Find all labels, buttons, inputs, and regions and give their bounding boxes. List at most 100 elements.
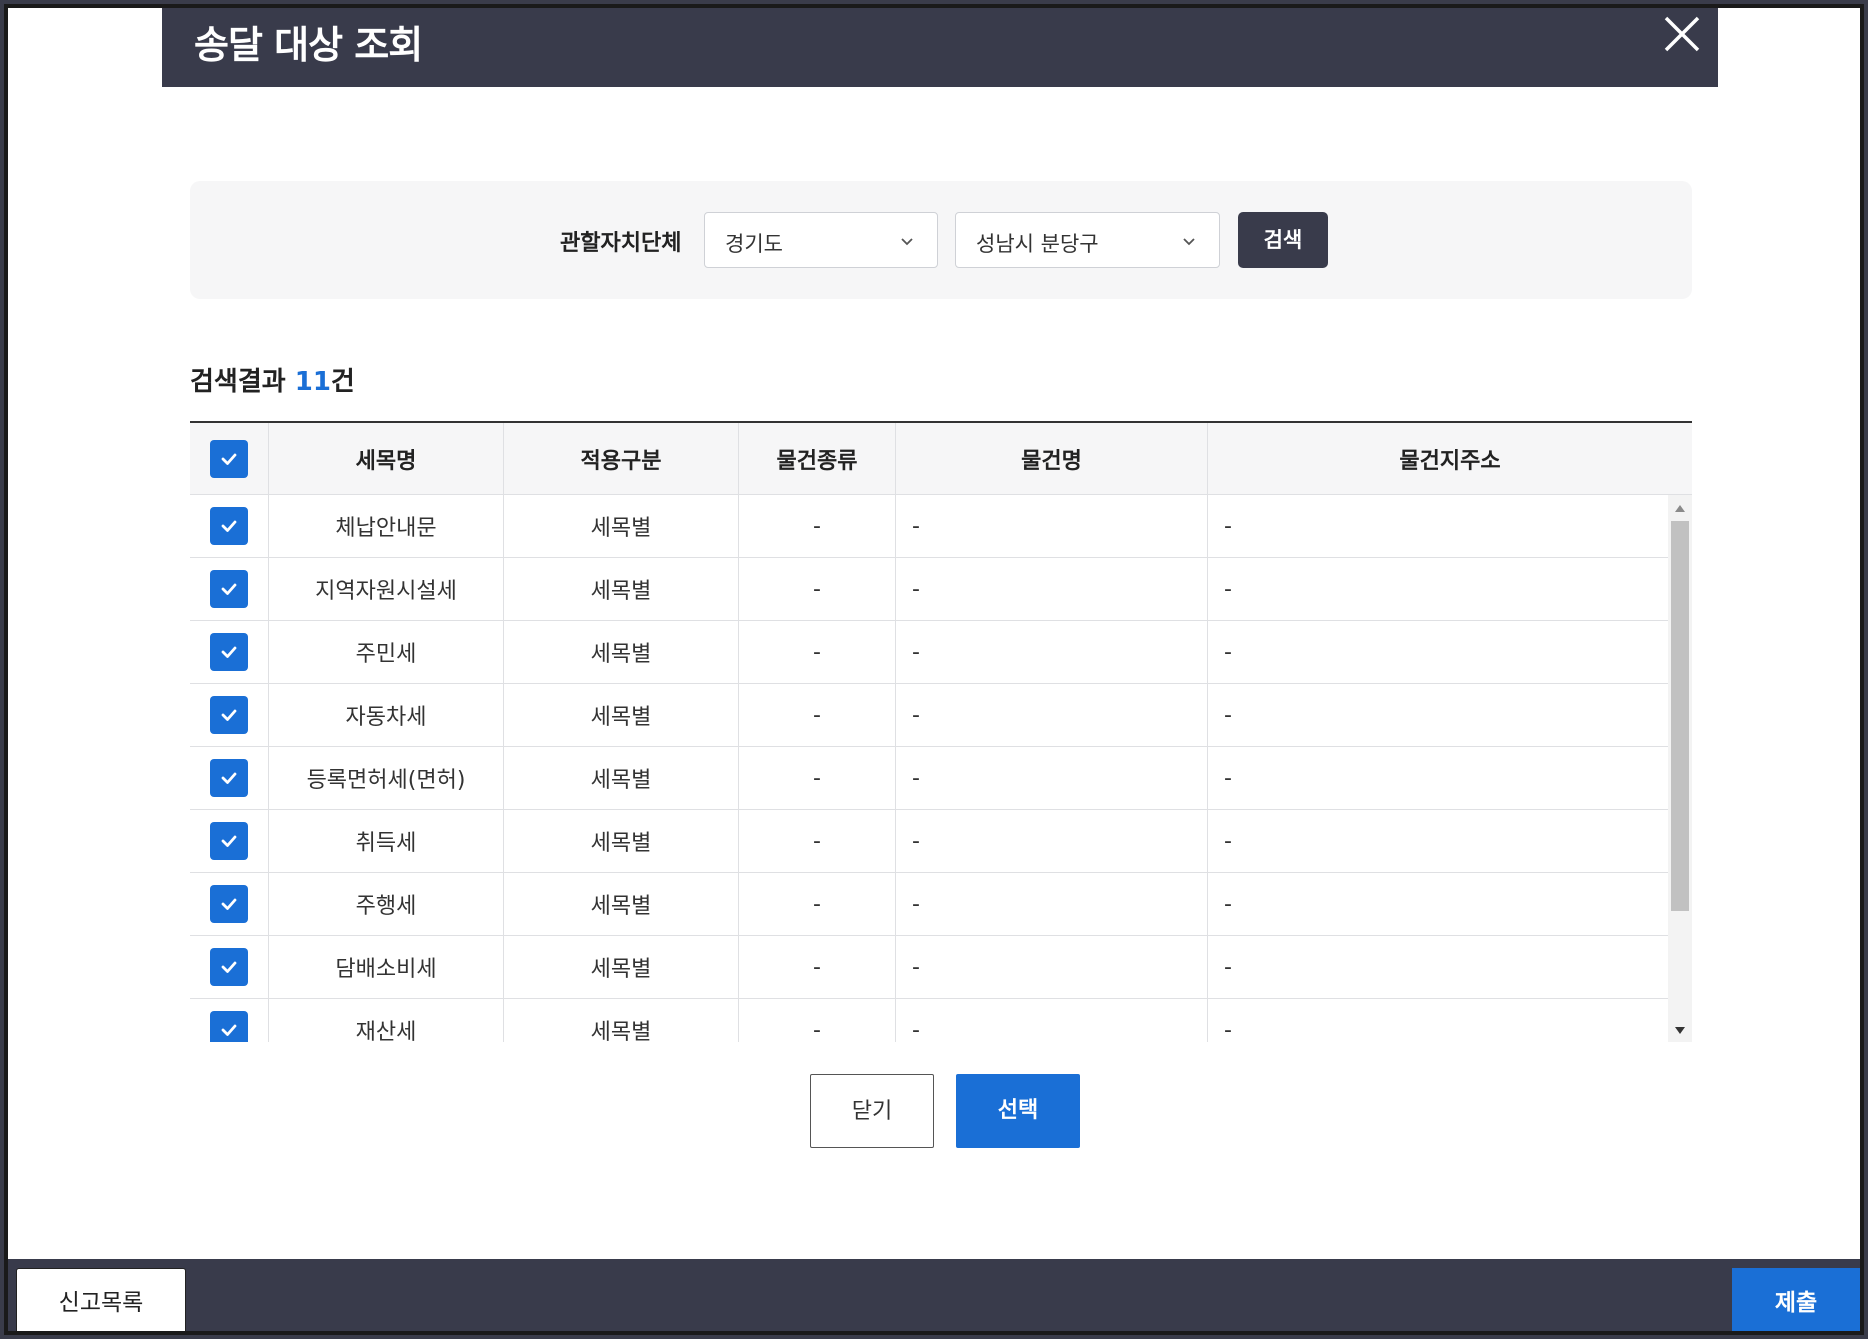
check-icon — [221, 583, 237, 595]
modal-title: 송달 대상 조회 — [194, 23, 423, 67]
check-icon — [221, 646, 237, 658]
cell-apply-type: 세목별 — [504, 747, 739, 809]
cell-item-name: - — [896, 936, 1208, 998]
row-checkbox[interactable] — [210, 885, 248, 923]
cell-item-name: - — [896, 621, 1208, 683]
search-button[interactable]: 검색 — [1238, 212, 1328, 268]
row-checkbox-cell — [190, 999, 269, 1042]
row-checkbox-cell — [190, 810, 269, 872]
cell-tax-name: 재산세 — [269, 999, 504, 1042]
row-checkbox-cell — [190, 684, 269, 746]
column-header-address: 물건지주소 — [1399, 448, 1501, 474]
row-checkbox[interactable] — [210, 696, 248, 734]
cell-item-name: - — [896, 873, 1208, 935]
cell-address: - — [1224, 891, 1232, 917]
scroll-up-arrow-icon[interactable] — [1674, 503, 1686, 513]
result-suffix: 건 — [330, 367, 355, 397]
row-checkbox[interactable] — [210, 822, 248, 860]
check-icon — [221, 772, 237, 784]
result-prefix: 검색결과 — [190, 367, 295, 397]
table-row[interactable]: 주행세 세목별 - - - — [190, 873, 1668, 936]
table-row[interactable]: 등록면허세(면허) 세목별 - - - — [190, 747, 1668, 810]
check-icon — [221, 898, 237, 910]
submit-button[interactable]: 제출 — [1732, 1268, 1860, 1331]
header-checkbox-cell — [190, 423, 269, 494]
table-row[interactable]: 주민세 세목별 - - - — [190, 621, 1668, 684]
table-row[interactable]: 지역자원시설세 세목별 - - - — [190, 558, 1668, 621]
table-row[interactable]: 취득세 세목별 - - - — [190, 810, 1668, 873]
close-button[interactable]: 닫기 — [810, 1074, 934, 1148]
cell-address: - — [1224, 954, 1232, 980]
row-checkbox-cell — [190, 873, 269, 935]
district-select[interactable]: 성남시 분당구 — [955, 212, 1220, 268]
cell-item-kind: - — [739, 684, 896, 746]
search-panel: 관할자치단체 경기도 성남시 분당구 검색 — [190, 181, 1692, 299]
province-select[interactable]: 경기도 — [704, 212, 938, 268]
table-row[interactable]: 재산세 세목별 - - - — [190, 999, 1668, 1042]
cell-address: - — [1224, 702, 1232, 728]
cell-address: - — [1224, 765, 1232, 791]
cell-apply-type: 세목별 — [504, 621, 739, 683]
chevron-down-icon — [901, 238, 913, 246]
scroll-down-arrow-icon[interactable] — [1674, 1026, 1686, 1036]
cell-item-kind: - — [739, 495, 896, 557]
cell-tax-name: 등록면허세(면허) — [269, 747, 504, 809]
cell-tax-name: 취득세 — [269, 810, 504, 872]
column-header-tax-name: 세목명 — [269, 423, 504, 494]
table-row[interactable]: 체납안내문 세목별 - - - — [190, 495, 1668, 558]
column-header-apply-type: 적용구분 — [504, 423, 739, 494]
cell-apply-type: 세목별 — [504, 558, 739, 620]
row-checkbox[interactable] — [210, 633, 248, 671]
table-body: 체납안내문 세목별 - - - 지역자원시설세 세목별 - - - 주민세 세목별 - - - 자동차세 세목별… — [190, 495, 1668, 1042]
cell-tax-name: 지역자원시설세 — [269, 558, 504, 620]
row-checkbox[interactable] — [210, 759, 248, 797]
cell-address: - — [1224, 576, 1232, 602]
province-value: 경기도 — [725, 232, 783, 256]
table-row[interactable]: 자동차세 세목별 - - - — [190, 684, 1668, 747]
row-checkbox-cell — [190, 621, 269, 683]
cell-item-kind: - — [739, 621, 896, 683]
cell-apply-type: 세목별 — [504, 873, 739, 935]
check-icon — [221, 1024, 237, 1036]
scroll-thumb[interactable] — [1671, 521, 1689, 911]
row-checkbox[interactable] — [210, 507, 248, 545]
chevron-down-icon — [1183, 238, 1195, 246]
cell-item-kind: - — [739, 810, 896, 872]
table-header: 세목명 적용구분 물건종류 물건명 물건지주소 — [190, 423, 1692, 495]
check-icon — [221, 520, 237, 532]
table-row[interactable]: 담배소비세 세목별 - - - — [190, 936, 1668, 999]
results-table: 세목명 적용구분 물건종류 물건명 물건지주소 체납안내문 세목별 - - - 지역자원시… — [190, 421, 1692, 1042]
footer-bar: 신고목록 제출 — [8, 1259, 1860, 1331]
check-icon — [221, 835, 237, 847]
cell-item-name: - — [896, 747, 1208, 809]
scrollbar[interactable] — [1668, 495, 1692, 1042]
cell-item-name: - — [896, 999, 1208, 1042]
close-icon[interactable] — [1660, 12, 1704, 56]
cell-item-name: - — [896, 810, 1208, 872]
row-checkbox-cell — [190, 558, 269, 620]
row-checkbox[interactable] — [210, 948, 248, 986]
modal-header: 송달 대상 조회 — [162, 8, 1718, 87]
cell-item-name: - — [896, 558, 1208, 620]
row-checkbox-cell — [190, 936, 269, 998]
cell-address: - — [1224, 639, 1232, 665]
select-button[interactable]: 선택 — [956, 1074, 1080, 1148]
cell-item-kind: - — [739, 747, 896, 809]
cell-item-name: - — [896, 495, 1208, 557]
row-checkbox[interactable] — [210, 1011, 248, 1042]
cell-tax-name: 자동차세 — [269, 684, 504, 746]
result-count: 검색결과 11건 — [190, 361, 355, 398]
cell-item-kind: - — [739, 558, 896, 620]
cell-apply-type: 세목별 — [504, 495, 739, 557]
cell-item-kind: - — [739, 999, 896, 1042]
cell-item-kind: - — [739, 936, 896, 998]
select-all-checkbox[interactable] — [210, 439, 248, 478]
result-number: 11 — [294, 367, 331, 397]
check-icon — [221, 453, 237, 465]
check-icon — [221, 709, 237, 721]
row-checkbox-cell — [190, 495, 269, 557]
page-frame: 송달 대상 조회 관할자치단체 경기도 성남시 분당구 검색 검색결과 11건 … — [4, 4, 1864, 1335]
check-icon — [221, 961, 237, 973]
row-checkbox[interactable] — [210, 570, 248, 608]
report-list-button[interactable]: 신고목록 — [16, 1268, 186, 1331]
